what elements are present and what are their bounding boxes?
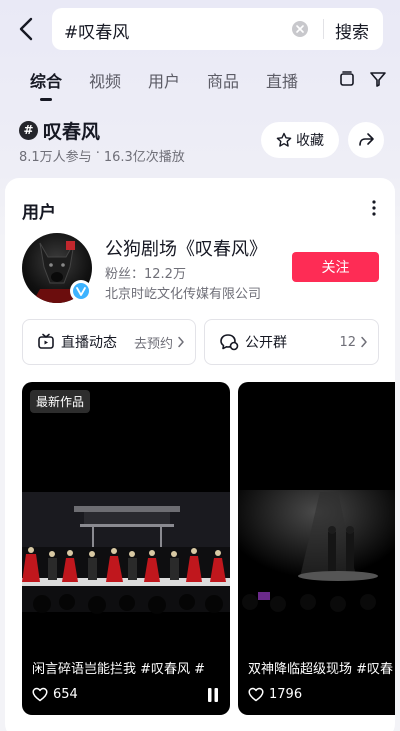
video-likes: 1796	[248, 687, 302, 702]
search-bar: #叹春风 搜索	[0, 6, 400, 52]
tab-products[interactable]: 商品	[207, 68, 239, 92]
share-icon	[359, 133, 374, 146]
reserve-action[interactable]: 去预约	[134, 333, 185, 352]
stats-separator: ·	[95, 146, 100, 161]
user-card: 用户 公狗剧场《叹春风》 粉丝：12.2万 北京时屹文化传媒有限公司 关注 直播…	[5, 178, 395, 731]
star-icon	[276, 132, 292, 147]
group-label: 公开群	[245, 335, 287, 351]
live-updates-button[interactable]: 直播动态 去预约	[22, 319, 196, 365]
section-title: 用户	[22, 203, 56, 223]
tv-icon[interactable]	[337, 69, 357, 89]
share-button[interactable]	[348, 122, 384, 158]
search-input[interactable]: #叹春风 搜索	[52, 8, 383, 50]
group-count: 12	[339, 335, 368, 350]
video-card[interactable]: 双神降临超级现场 #叹春 1796	[238, 382, 395, 715]
public-group-button[interactable]: 公开群 12	[204, 319, 379, 365]
tab-live[interactable]: 直播	[266, 68, 298, 92]
heart-icon	[248, 687, 264, 702]
video-caption: 闲言碎语岂能拦我 #叹春风 #	[32, 662, 206, 677]
participants-count: 8.1万人参与	[19, 150, 92, 165]
video-likes: 654	[32, 687, 78, 702]
fan-count: 粉丝：12.2万	[105, 267, 186, 282]
active-tab-indicator	[40, 98, 52, 101]
clear-icon[interactable]	[291, 20, 309, 38]
reserve-label: 去预约	[133, 336, 173, 352]
verified-icon	[70, 280, 92, 302]
follow-button[interactable]: 关注	[292, 252, 379, 282]
collect-label: 收藏	[296, 133, 324, 149]
search-query[interactable]: #叹春风	[64, 18, 129, 43]
play-count: 16.3亿次播放	[103, 150, 185, 165]
chevron-right-icon	[178, 336, 184, 348]
pause-icon[interactable]	[206, 687, 220, 703]
group-count-value: 12	[339, 334, 356, 350]
tab-comprehensive[interactable]: 综合	[30, 68, 62, 92]
collect-button[interactable]: 收藏	[261, 122, 339, 158]
live-label: 直播动态	[61, 335, 117, 351]
topic-title: # 叹春风	[19, 118, 101, 143]
tab-videos[interactable]: 视频	[89, 68, 121, 92]
topic-stats: 8.1万人参与 · 16.3亿次播放	[19, 146, 185, 165]
tab-bar: 综合 视频 用户 商品 直播	[0, 64, 400, 104]
filter-icon[interactable]	[368, 69, 388, 89]
tab-users[interactable]: 用户	[148, 68, 180, 92]
hashtag-icon: #	[19, 120, 38, 140]
latest-work-badge: 最新作品	[30, 390, 91, 413]
search-button[interactable]: 搜索	[335, 18, 369, 43]
company-name: 北京时屹文化传媒有限公司	[105, 287, 262, 302]
user-name[interactable]: 公狗剧场《叹春风》	[105, 235, 267, 261]
search-divider	[323, 19, 324, 39]
video-caption: 双神降临超级现场 #叹春	[248, 662, 394, 677]
heart-icon	[32, 687, 48, 702]
topic-name: 叹春风	[43, 120, 101, 143]
live-icon	[38, 333, 54, 349]
like-count: 1796	[269, 687, 303, 702]
video-card[interactable]: 最新作品 闲言碎语岂能拦我 #叹春风 # 654	[22, 382, 230, 715]
more-icon[interactable]	[368, 198, 380, 218]
back-icon[interactable]	[12, 14, 42, 44]
chevron-right-icon	[361, 336, 367, 348]
chat-icon	[220, 334, 239, 351]
like-count: 654	[53, 687, 78, 702]
